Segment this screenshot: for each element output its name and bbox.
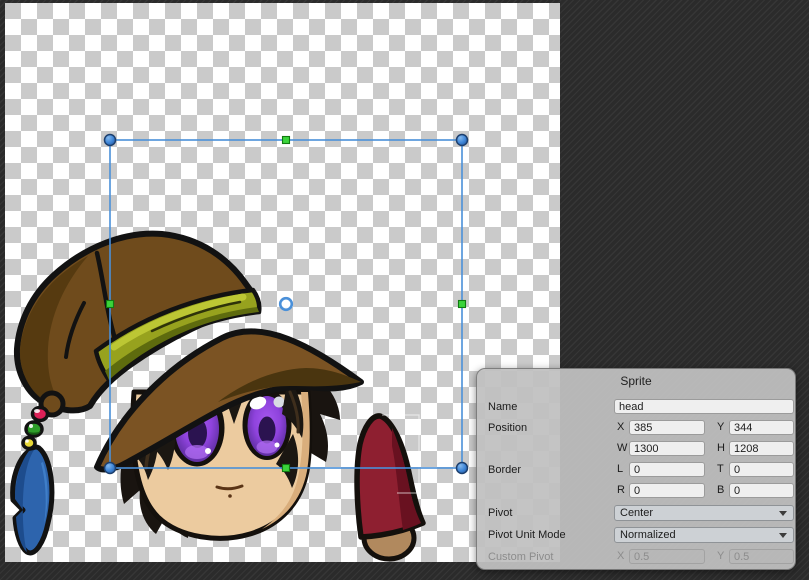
custom-pivot-x-input [629,549,705,564]
pivot-unit-mode-dropdown[interactable]: Normalized [614,527,794,543]
pivot-dropdown[interactable]: Center [614,505,794,521]
custom-pivot-y-prefix: Y [717,549,729,564]
panel-title: Sprite [477,374,795,388]
position-label: Position [488,421,527,435]
border-b-input[interactable] [729,483,794,498]
chevron-down-icon [779,533,787,538]
position-h-input[interactable] [729,441,794,456]
border-t-prefix: T [717,462,729,477]
position-y-prefix: Y [717,420,729,435]
pivot-label: Pivot [488,506,512,520]
chevron-down-icon [779,511,787,516]
position-w-prefix: W [617,441,629,456]
border-r-input[interactable] [629,483,705,498]
border-l-input[interactable] [629,462,705,477]
pivot-unit-mode-dropdown-value: Normalized [620,529,676,542]
pivot-unit-mode-label: Pivot Unit Mode [488,528,566,542]
name-input[interactable] [614,399,794,414]
custom-pivot-x-prefix: X [617,549,629,564]
sprite-panel: Sprite Name Position X Y W H Border L T … [476,368,796,570]
position-y-input[interactable] [729,420,794,435]
border-label: Border [488,463,521,477]
border-b-prefix: B [717,483,729,498]
border-l-prefix: L [617,462,629,477]
position-x-input[interactable] [629,420,705,435]
position-x-prefix: X [617,420,629,435]
border-t-input[interactable] [729,462,794,477]
position-w-input[interactable] [629,441,705,456]
name-label: Name [488,400,517,414]
sprite-editor-window: Sprite Name Position X Y W H Border L T … [0,0,809,580]
custom-pivot-label: Custom Pivot [488,550,553,564]
pivot-dropdown-value: Center [620,507,653,520]
border-r-prefix: R [617,483,629,498]
position-h-prefix: H [717,441,729,456]
custom-pivot-y-input [729,549,794,564]
